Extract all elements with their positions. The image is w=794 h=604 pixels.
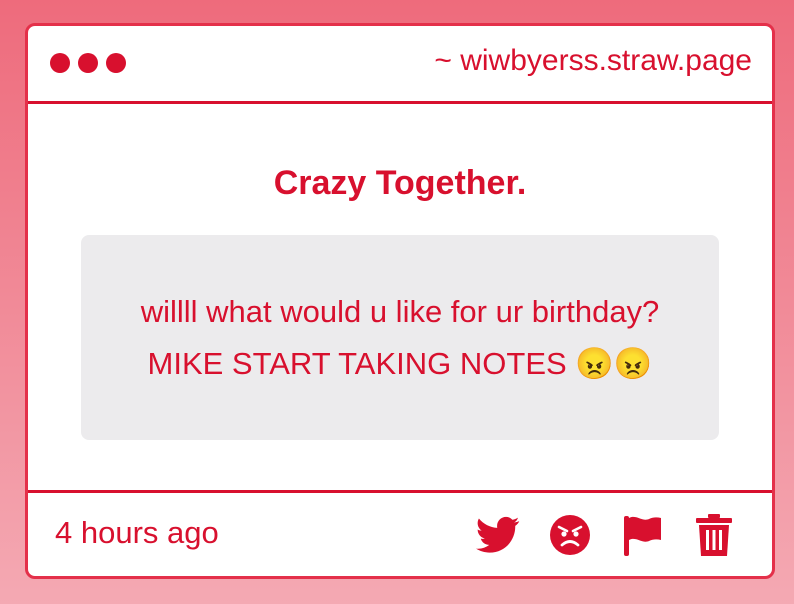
- window-dot-1: [50, 53, 70, 73]
- post-actions: [476, 513, 736, 557]
- window-dot-2: [78, 53, 98, 73]
- message-box: willll what would u like for ur birthday…: [81, 235, 719, 440]
- react-button[interactable]: [548, 513, 592, 557]
- post-timestamp: 4 hours ago: [55, 515, 219, 550]
- flag-icon: [624, 516, 661, 556]
- angry-face-icon: [550, 515, 590, 555]
- twitter-share-button[interactable]: [476, 513, 520, 557]
- page-url[interactable]: ~ wiwbyerss.straw.page: [434, 44, 752, 78]
- post-title: Crazy Together.: [273, 164, 527, 202]
- report-button[interactable]: [620, 513, 664, 557]
- post-card: ~ wiwbyerss.straw.page Crazy Together. w…: [25, 23, 775, 579]
- post-content: Crazy Together. willll what would u like…: [28, 104, 772, 490]
- window-dot-3: [106, 53, 126, 73]
- window-controls: [50, 53, 126, 73]
- post-footer: 4 hours ago: [28, 490, 772, 576]
- delete-button[interactable]: [692, 513, 736, 557]
- trash-icon: [696, 514, 732, 556]
- twitter-bird-icon: [476, 516, 520, 553]
- post-message: willll what would u like for ur birthday…: [140, 293, 660, 381]
- window-titlebar: ~ wiwbyerss.straw.page: [28, 26, 772, 104]
